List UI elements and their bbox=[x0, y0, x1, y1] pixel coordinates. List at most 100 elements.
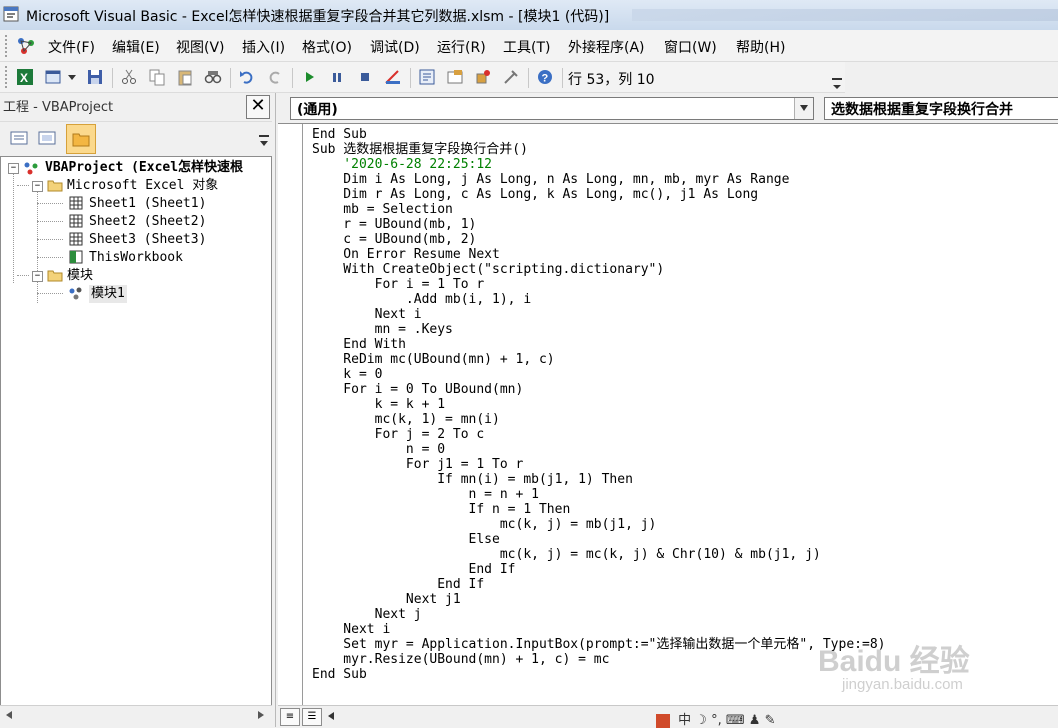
wrench-icon[interactable]: ✎ bbox=[765, 713, 776, 728]
vba-project-icon[interactable] bbox=[14, 34, 38, 58]
code-line[interactable]: With CreateObject("scripting.dictionary"… bbox=[312, 262, 885, 277]
code-line[interactable]: k = k + 1 bbox=[312, 397, 885, 412]
project-explorer-icon[interactable] bbox=[418, 68, 436, 86]
code-line[interactable]: '2020-6-28 22:25:12 bbox=[312, 157, 885, 172]
tree-item-vbaproject[interactable]: VBAProject (Excel怎样快速根 bbox=[45, 159, 243, 177]
menu-debug[interactable]: 调试(D) bbox=[370, 37, 420, 57]
code-line[interactable]: Set myr = Application.InputBox(prompt:="… bbox=[312, 637, 885, 652]
code-line[interactable]: k = 0 bbox=[312, 367, 885, 382]
tree-item-excel-objects[interactable]: Microsoft Excel 对象 bbox=[67, 177, 218, 195]
menu-edit[interactable]: 编辑(E) bbox=[112, 37, 160, 57]
object-combo[interactable]: (通用) bbox=[290, 97, 814, 120]
object-browser-icon[interactable] bbox=[474, 68, 492, 86]
code-line[interactable]: For j1 = 1 To r bbox=[312, 457, 885, 472]
code-line[interactable]: mn = .Keys bbox=[312, 322, 885, 337]
toolbar-overflow-icon[interactable] bbox=[830, 76, 844, 92]
code-line[interactable]: Dim i As Long, j As Long, n As Long, mn,… bbox=[312, 172, 885, 187]
code-text[interactable]: End Sub Sub 选数据根据重复字段换行合并() '2020-6-28 22… bbox=[312, 127, 885, 682]
tree-item-module1[interactable]: 模块1 bbox=[89, 285, 127, 303]
toggle-folders-button[interactable] bbox=[66, 124, 96, 154]
scroll-left-icon[interactable] bbox=[326, 711, 336, 721]
code-line[interactable]: mb = Selection bbox=[312, 202, 885, 217]
copy-icon[interactable] bbox=[148, 68, 166, 86]
punctuation-icon[interactable]: °, bbox=[711, 713, 722, 728]
code-line[interactable]: mc(k, 1) = mn(i) bbox=[312, 412, 885, 427]
code-line[interactable]: On Error Resume Next bbox=[312, 247, 885, 262]
view-object-icon[interactable] bbox=[34, 125, 60, 151]
code-line[interactable]: n = n + 1 bbox=[312, 487, 885, 502]
insert-userform-icon[interactable] bbox=[44, 68, 62, 86]
menu-run[interactable]: 运行(R) bbox=[437, 37, 486, 57]
properties-icon[interactable] bbox=[446, 68, 464, 86]
collapse-icon[interactable]: − bbox=[32, 181, 43, 192]
cut-icon[interactable] bbox=[120, 68, 138, 86]
dropdown-arrow[interactable] bbox=[794, 98, 813, 119]
scroll-right-icon[interactable] bbox=[256, 710, 266, 720]
code-line[interactable]: Next i bbox=[312, 622, 885, 637]
ime-logo-icon[interactable] bbox=[656, 713, 670, 728]
find-icon[interactable] bbox=[204, 68, 222, 86]
redo-icon[interactable] bbox=[266, 68, 284, 86]
tree-item-sheet1[interactable]: Sheet1 (Sheet1) bbox=[89, 195, 206, 213]
code-line[interactable]: mc(k, j) = mc(k, j) & Chr(10) & mb(j1, j… bbox=[312, 547, 885, 562]
code-line[interactable]: If n = 1 Then bbox=[312, 502, 885, 517]
undo-icon[interactable] bbox=[238, 68, 256, 86]
menu-format[interactable]: 格式(O) bbox=[302, 37, 352, 57]
keyboard-icon[interactable]: ⌨ bbox=[726, 713, 745, 728]
moon-icon[interactable]: ☽ bbox=[695, 713, 707, 728]
code-line[interactable]: End Sub bbox=[312, 127, 885, 142]
paste-icon[interactable] bbox=[176, 68, 194, 86]
code-line[interactable]: Else bbox=[312, 532, 885, 547]
code-line[interactable]: Next i bbox=[312, 307, 885, 322]
code-line[interactable]: If mn(i) = mb(j1, 1) Then bbox=[312, 472, 885, 487]
tree-item-sheet3[interactable]: Sheet3 (Sheet3) bbox=[89, 231, 206, 249]
tree-horizontal-scrollbar[interactable] bbox=[0, 705, 272, 724]
menu-addins[interactable]: 外接程序(A) bbox=[568, 37, 645, 57]
code-line[interactable]: myr.Resize(UBound(mn) + 1, c) = mc bbox=[312, 652, 885, 667]
menu-view[interactable]: 视图(V) bbox=[176, 37, 225, 57]
margin-indicator-bar[interactable] bbox=[278, 124, 303, 705]
code-line[interactable]: End If bbox=[312, 577, 885, 592]
menu-file[interactable]: 文件(F) bbox=[48, 37, 95, 57]
code-line[interactable]: Next j1 bbox=[312, 592, 885, 607]
code-line[interactable]: For i = 0 To UBound(mn) bbox=[312, 382, 885, 397]
code-line[interactable]: End With bbox=[312, 337, 885, 352]
code-line[interactable]: Sub 选数据根据重复字段换行合并() bbox=[312, 142, 885, 157]
code-line[interactable]: mc(k, j) = mb(j1, j) bbox=[312, 517, 885, 532]
code-line[interactable]: r = UBound(mb, 1) bbox=[312, 217, 885, 232]
ime-mode[interactable]: 中 bbox=[678, 713, 691, 728]
code-line[interactable]: For j = 2 To c bbox=[312, 427, 885, 442]
code-line[interactable]: c = UBound(mb, 2) bbox=[312, 232, 885, 247]
menu-help[interactable]: 帮助(H) bbox=[736, 37, 785, 57]
code-line[interactable]: .Add mb(i, 1), i bbox=[312, 292, 885, 307]
code-line[interactable]: End If bbox=[312, 562, 885, 577]
tree-item-thisworkbook[interactable]: ThisWorkbook bbox=[89, 249, 183, 267]
run-icon[interactable] bbox=[300, 68, 318, 86]
menu-window[interactable]: 窗口(W) bbox=[664, 37, 717, 57]
toolbox-icon[interactable] bbox=[502, 68, 520, 86]
excel-icon[interactable]: X bbox=[16, 68, 34, 86]
scroll-left-icon[interactable] bbox=[4, 710, 14, 720]
full-module-view-button[interactable]: ☰ bbox=[302, 708, 322, 726]
procedure-combo[interactable]: 选数据根据重复字段换行合并 bbox=[824, 97, 1058, 120]
collapse-icon[interactable]: − bbox=[32, 271, 43, 282]
menu-tools[interactable]: 工具(T) bbox=[503, 37, 550, 57]
panel-menu-arrow-icon[interactable] bbox=[258, 134, 270, 148]
user-icon[interactable]: ♟ bbox=[749, 713, 761, 728]
code-line[interactable]: n = 0 bbox=[312, 442, 885, 457]
code-line[interactable]: ReDim mc(UBound(mn) + 1, c) bbox=[312, 352, 885, 367]
menu-insert[interactable]: 插入(I) bbox=[242, 37, 285, 57]
close-icon[interactable]: ✕ bbox=[246, 95, 270, 119]
help-icon[interactable]: ? bbox=[536, 68, 554, 86]
code-editor[interactable]: End Sub Sub 选数据根据重复字段换行合并() '2020-6-28 22… bbox=[278, 123, 1058, 705]
save-icon[interactable] bbox=[86, 68, 104, 86]
tree-item-sheet2[interactable]: Sheet2 (Sheet2) bbox=[89, 213, 206, 231]
code-line[interactable]: Next j bbox=[312, 607, 885, 622]
procedure-view-button[interactable]: ≡ bbox=[280, 708, 300, 726]
code-line[interactable]: End Sub bbox=[312, 667, 885, 682]
menu-grip[interactable] bbox=[5, 35, 10, 57]
pause-icon[interactable] bbox=[328, 68, 346, 86]
tree-item-modules[interactable]: 模块 bbox=[67, 267, 93, 285]
collapse-icon[interactable]: − bbox=[8, 163, 19, 174]
dropdown-arrow-icon[interactable] bbox=[66, 68, 78, 86]
